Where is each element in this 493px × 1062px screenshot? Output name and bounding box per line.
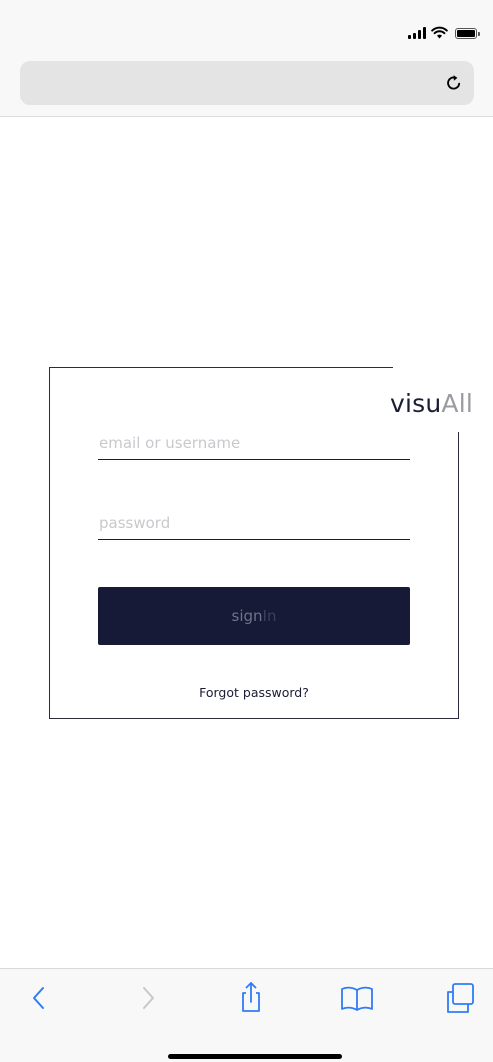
wifi-icon	[431, 26, 448, 39]
browser-top-bar	[0, 0, 493, 117]
screen: visuAll signIn Forgot password?	[0, 0, 493, 1062]
url-bar[interactable]	[20, 61, 474, 105]
logo-part-2: All	[441, 389, 474, 418]
forgot-password-link[interactable]: Forgot password?	[98, 685, 410, 700]
bookmarks-icon[interactable]	[339, 980, 375, 1016]
brand-logo: visuAll	[390, 389, 473, 419]
email-field[interactable]	[98, 426, 410, 460]
sign-in-label-part-1: sign	[231, 607, 263, 625]
tabs-icon[interactable]	[443, 980, 479, 1016]
back-icon[interactable]	[22, 980, 58, 1016]
sign-in-button[interactable]: signIn	[98, 587, 410, 645]
signal-icon	[408, 27, 426, 39]
reload-icon[interactable]	[444, 73, 464, 93]
browser-bottom-toolbar	[0, 968, 493, 1062]
battery-icon	[455, 28, 480, 39]
share-icon[interactable]	[233, 980, 269, 1016]
forward-icon[interactable]	[129, 980, 165, 1016]
password-field[interactable]	[98, 506, 410, 540]
status-bar	[408, 25, 480, 39]
sign-in-label-part-2: In	[262, 607, 277, 625]
home-indicator	[168, 1054, 342, 1059]
logo-part-1: visu	[390, 389, 442, 418]
